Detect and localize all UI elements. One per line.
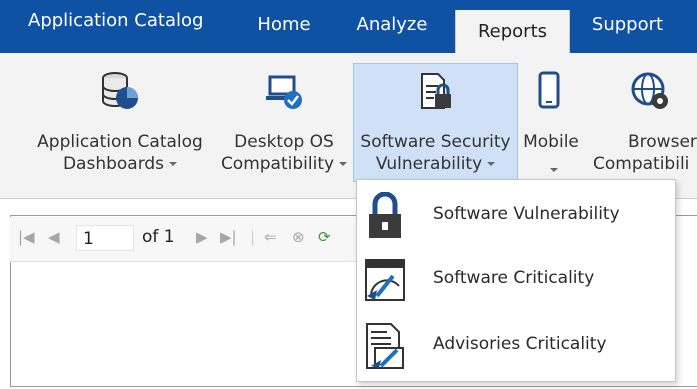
software-security-vulnerability-button[interactable]: Software Security Vulnerability <box>353 63 518 182</box>
dashboards-label-line2-row: Dashboards <box>22 153 218 175</box>
report-viewer-toolbar: |◀ ◀ 1 of 1 ▶ ▶| | ⇐ ⊗ ⟳ <box>10 217 356 262</box>
chevron-down-icon <box>339 162 348 166</box>
menu-item-software-vulnerability[interactable]: Software Vulnerability <box>357 184 675 244</box>
document-gauge-icon <box>363 322 407 370</box>
toolbar-separator: | <box>250 228 256 246</box>
last-page-icon[interactable]: ▶| <box>220 228 237 246</box>
dashboards-label-line2: Dashboards <box>62 154 165 174</box>
menu-item-software-criticality[interactable]: Software Criticality <box>357 248 675 308</box>
software-security-label-line2: Vulnerability <box>375 154 483 174</box>
desktop-os-label-line1: Desktop OS <box>234 132 334 152</box>
laptop-check-icon <box>264 71 304 111</box>
mobile-label: Mobile <box>523 132 579 152</box>
desktop-os-label-line2-row: Compatibility <box>214 153 354 175</box>
padlock-icon <box>363 191 407 240</box>
application-catalog-dashboards-button[interactable]: Application Catalog Dashboards <box>22 53 218 193</box>
browser-compatibility-button[interactable]: Browser Compatibili <box>592 53 697 193</box>
refresh-icon[interactable]: ⟳ <box>318 228 331 246</box>
page-count-label: of 1 <box>142 227 175 247</box>
desktop-os-label-line2: Compatibility <box>220 154 335 174</box>
tab-application-catalog[interactable]: Application Catalog <box>14 0 218 47</box>
first-page-icon[interactable]: |◀ <box>18 228 35 246</box>
desktop-os-compatibility-button[interactable]: Desktop OS Compatibility <box>214 53 354 193</box>
chevron-down-icon <box>169 162 178 166</box>
browser-label-line1: Browser <box>628 132 697 152</box>
mobile-caret-row <box>518 153 584 181</box>
software-security-dropdown-menu: Software Vulnerability Software Critical… <box>356 179 676 382</box>
menu-item-label: Advisories Criticality <box>433 334 607 354</box>
stop-icon[interactable]: ⊗ <box>292 228 305 246</box>
menu-item-label: Software Vulnerability <box>433 204 620 224</box>
dashboards-label-line1: Application Catalog <box>37 132 203 152</box>
mobile-phone-icon <box>531 71 571 111</box>
chevron-down-icon <box>549 168 558 172</box>
document-lock-icon <box>416 72 456 112</box>
tab-analyze[interactable]: Analyze <box>344 0 440 51</box>
chevron-down-icon <box>487 162 496 166</box>
page-number-input[interactable]: 1 <box>76 225 134 251</box>
tab-home[interactable]: Home <box>246 0 322 51</box>
reports-ribbon: Application Catalog Dashboards Desktop O… <box>0 53 697 199</box>
next-page-icon[interactable]: ▶ <box>196 228 208 246</box>
database-pie-icon <box>100 71 140 111</box>
software-security-label-line1: Software Security <box>360 132 511 152</box>
mobile-button[interactable]: Mobile <box>518 53 584 193</box>
tab-support[interactable]: Support <box>580 0 675 51</box>
menu-item-label: Software Criticality <box>433 268 595 288</box>
gauge-browser-icon <box>363 256 407 304</box>
tab-reports[interactable]: Reports <box>455 10 570 53</box>
browser-label-line2: Compatibili <box>593 154 690 174</box>
back-icon[interactable]: ⇐ <box>264 228 277 246</box>
software-security-label-line2-row: Vulnerability <box>354 153 517 175</box>
globe-gear-icon <box>630 71 670 111</box>
menu-item-advisories-criticality[interactable]: Advisories Criticality <box>357 314 675 374</box>
top-tab-bar: Application Catalog Home Analyze Reports… <box>0 0 697 54</box>
previous-page-icon[interactable]: ◀ <box>48 228 60 246</box>
